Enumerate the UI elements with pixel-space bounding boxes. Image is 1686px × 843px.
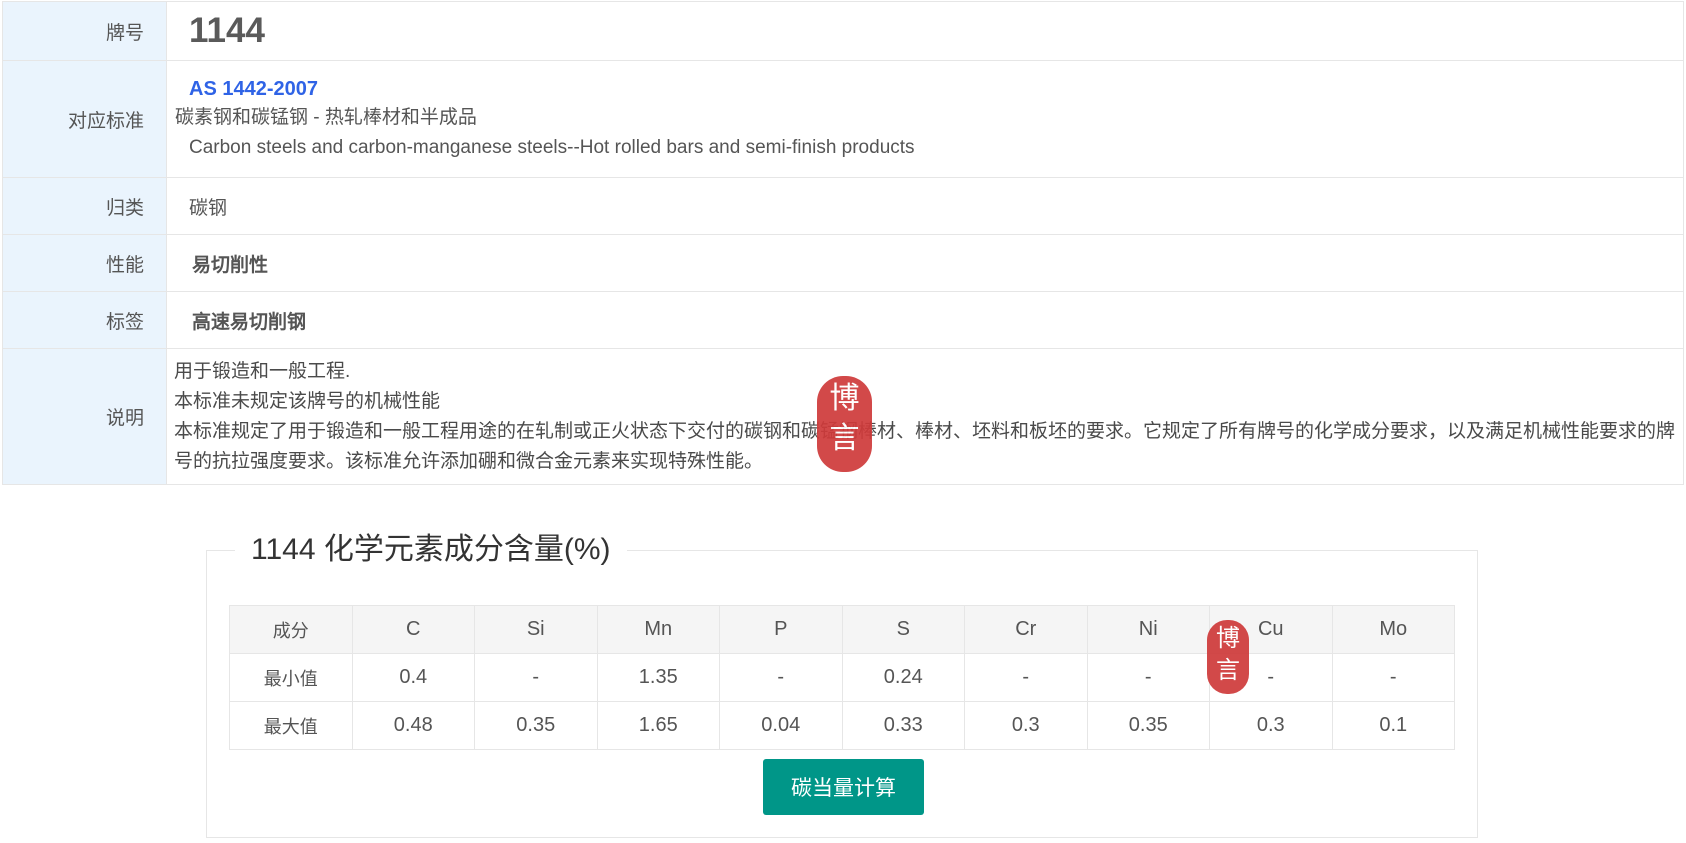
standard-row: 对应标准 AS 1442-2007 碳素钢和碳锰钢 - 热轧棒材和半成品 Car…	[2, 60, 1684, 178]
seal-stamp: 博 言	[1207, 620, 1249, 694]
table-cell: 0.3	[1209, 701, 1333, 750]
description-line: 用于锻造和一般工程.	[174, 360, 351, 382]
table-cell: 1.35	[596, 653, 720, 702]
table-cell: -	[1086, 653, 1210, 702]
seal-stamp: 博 言	[817, 376, 872, 472]
element-header: P	[719, 605, 843, 654]
performance-label: 性能	[2, 234, 167, 292]
min-value-row: 最小值 0.4 - 1.35 - 0.24 - - - -	[229, 653, 1455, 702]
chemical-composition-title: 1144 化学元素成分含量(%)	[235, 530, 627, 570]
table-cell: 0.48	[351, 701, 475, 750]
element-header: Cr	[964, 605, 1088, 654]
chemical-composition-table: 成分 C Si Mn P S Cr Ni Cu Mo 最小值 0.4 - 1.3…	[229, 605, 1455, 750]
table-cell: -	[964, 653, 1088, 702]
carbon-equivalent-button[interactable]: 碳当量计算	[763, 759, 924, 815]
description-line: 本标准规定了用于锻造和一般工程用途的在轧制或正火状态下交付的碳钢和碳锰钢棒材、棒…	[174, 420, 1676, 472]
tag-value: 高速易切削钢	[192, 311, 307, 333]
grade-value: 1144	[189, 11, 265, 50]
table-cell: 0.1	[1331, 701, 1455, 750]
element-header: Si	[474, 605, 598, 654]
grade-row: 牌号 1144	[2, 1, 1684, 61]
standard-link[interactable]: AS 1442-2007	[189, 75, 1683, 103]
table-cell: 0.4	[351, 653, 475, 702]
element-header: Ni	[1086, 605, 1210, 654]
table-cell: -	[1331, 653, 1455, 702]
element-header-row: 成分 C Si Mn P S Cr Ni Cu Mo	[229, 605, 1455, 654]
element-header: C	[351, 605, 475, 654]
grade-label: 牌号	[2, 1, 167, 61]
table-cell: -	[474, 653, 598, 702]
element-header: Mo	[1331, 605, 1455, 654]
category-value: 碳钢	[166, 177, 1684, 235]
standard-title-cn: 碳素钢和碳锰钢 - 热轧棒材和半成品	[175, 107, 477, 128]
standard-label: 对应标准	[2, 60, 167, 178]
chemical-composition-panel: 1144 化学元素成分含量(%) 成分 C Si Mn P S Cr Ni Cu…	[206, 530, 1478, 838]
table-cell: 1.65	[596, 701, 720, 750]
tag-row: 标签 高速易切削钢	[2, 291, 1684, 349]
component-header: 成分	[229, 605, 353, 654]
table-cell: 0.35	[1086, 701, 1210, 750]
category-label: 归类	[2, 177, 167, 235]
table-cell: 0.04	[719, 701, 843, 750]
description-text: 用于锻造和一般工程. 本标准未规定该牌号的机械性能 本标准规定了用于锻造和一般工…	[166, 348, 1684, 485]
performance-row: 性能 易切削性	[2, 234, 1684, 292]
description-label: 说明	[2, 348, 167, 485]
table-cell: 0.3	[964, 701, 1088, 750]
standard-title-en: Carbon steels and carbon-manganese steel…	[189, 137, 915, 158]
description-line: 本标准未规定该牌号的机械性能	[174, 390, 441, 412]
table-cell: -	[719, 653, 843, 702]
row-label: 最大值	[229, 701, 353, 750]
category-row: 归类 碳钢	[2, 177, 1684, 235]
max-value-row: 最大值 0.48 0.35 1.65 0.04 0.33 0.3 0.35 0.…	[229, 701, 1455, 750]
performance-value: 易切削性	[192, 254, 269, 276]
element-header: S	[841, 605, 965, 654]
table-cell: 0.24	[841, 653, 965, 702]
row-label: 最小值	[229, 653, 353, 702]
element-header: Mn	[596, 605, 720, 654]
table-cell: 0.33	[841, 701, 965, 750]
table-cell: 0.35	[474, 701, 598, 750]
tag-label: 标签	[2, 291, 167, 349]
